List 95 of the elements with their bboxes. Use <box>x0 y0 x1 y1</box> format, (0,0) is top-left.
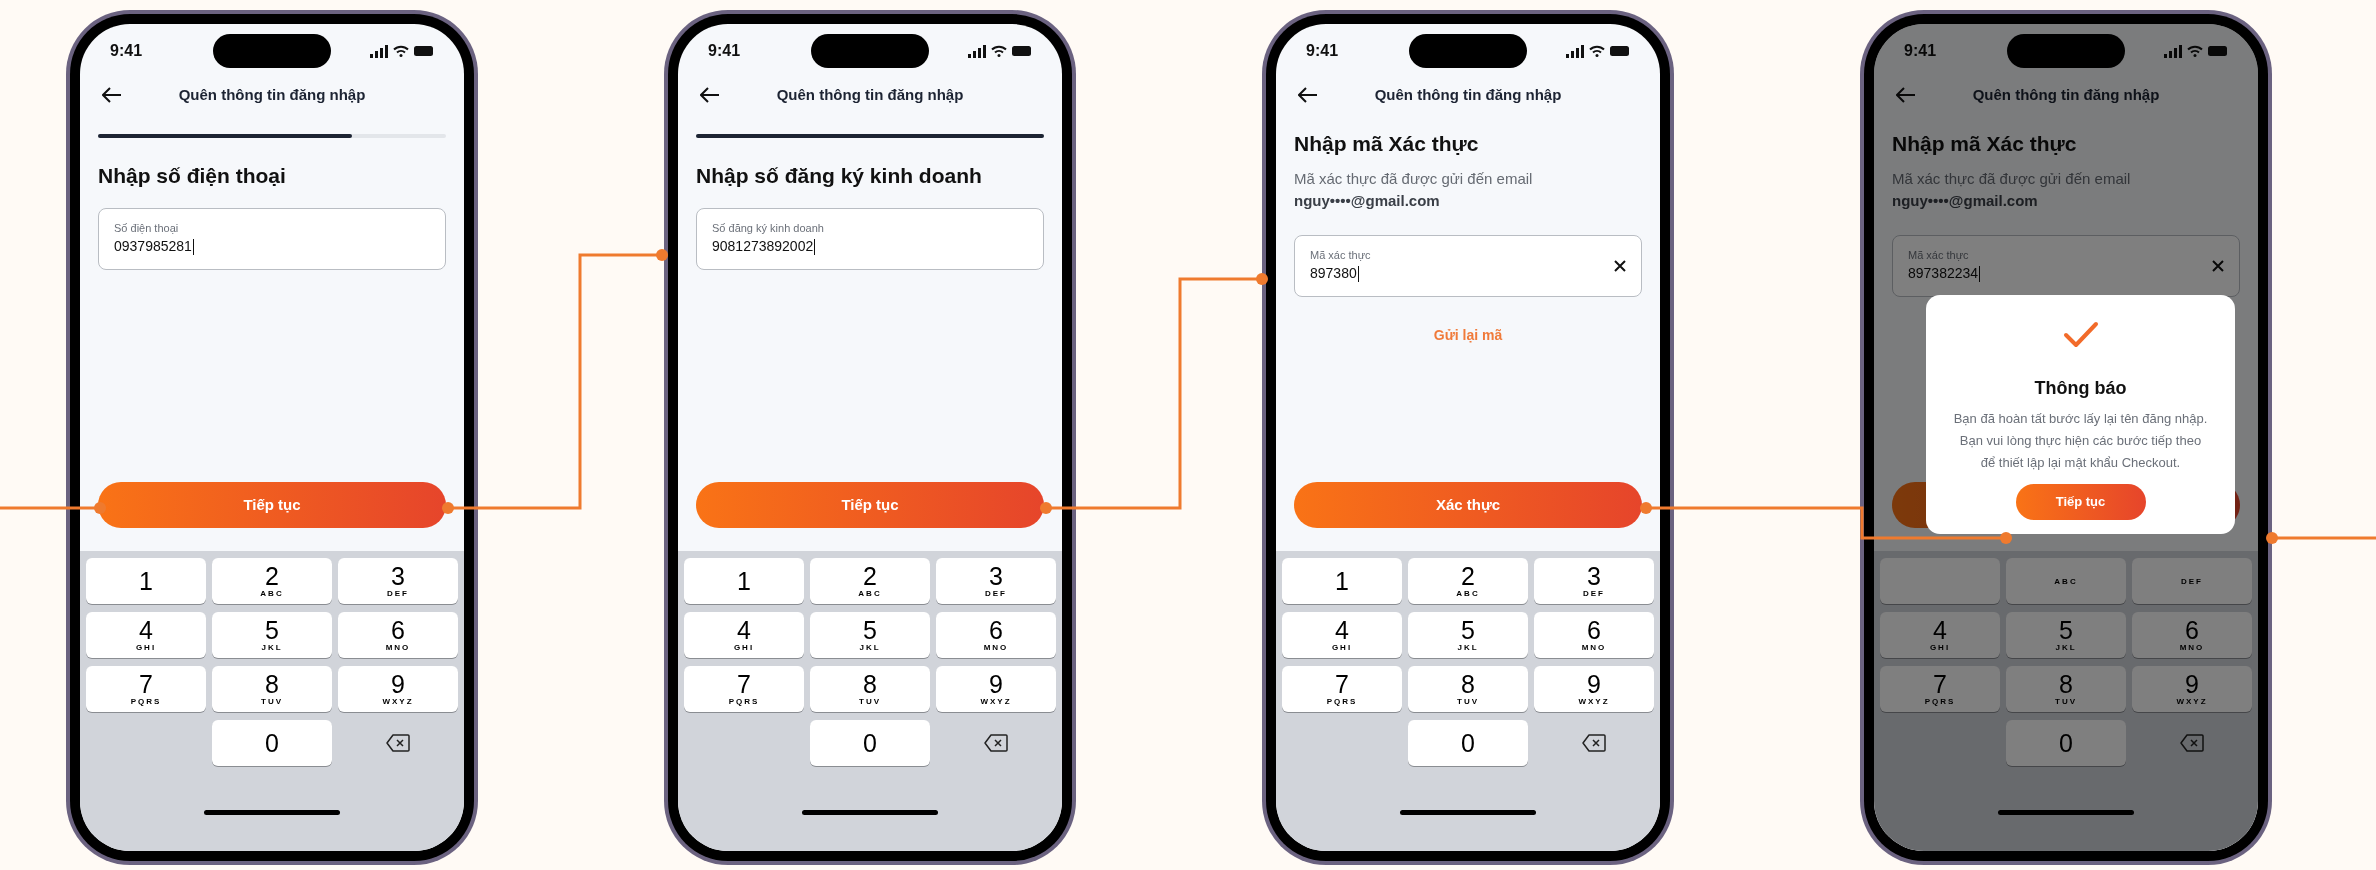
keypad-key[interactable]: 5 JKL <box>2006 612 2126 658</box>
signal-icon <box>1566 44 1584 58</box>
field-value: 897382234 <box>1908 264 1979 284</box>
page-heading: Nhập mã Xác thực <box>1892 131 2078 157</box>
field-value: 897380 <box>1310 264 1357 284</box>
keypad-key[interactable]: 0 <box>810 720 930 766</box>
keypad-key[interactable]: 5 JKL <box>1408 612 1528 658</box>
keypad-key[interactable]: 2 ABC <box>212 558 332 604</box>
page-heading: Nhập số điện thoại <box>98 163 287 189</box>
keypad-key[interactable]: 4 GHI <box>684 612 804 658</box>
keypad-key[interactable]: 9 WXYZ <box>338 666 458 712</box>
field-label: Số đăng ký kinh doanh <box>712 220 825 236</box>
keypad-key[interactable]: 9 WXYZ <box>2132 666 2252 712</box>
wifi-icon <box>1589 45 1605 57</box>
text-cursor <box>1357 265 1359 282</box>
clear-icon[interactable] <box>1614 259 1626 272</box>
keypad-key[interactable]: 6 MNO <box>936 612 1056 658</box>
keypad-key[interactable]: 0 <box>1408 720 1528 766</box>
backspace-icon <box>2180 734 2204 752</box>
keypad-key[interactable]: 1 <box>86 558 206 604</box>
back-arrow-icon[interactable] <box>1298 87 1318 103</box>
keypad-key[interactable]: DEF <box>2132 558 2252 604</box>
keypad-key[interactable]: 4 GHI <box>86 612 206 658</box>
keypad-key[interactable]: 8 TUV <box>2006 666 2126 712</box>
input-field[interactable]: Số điện thoại 0937985281 <box>98 207 446 270</box>
keypad-key[interactable]: 7 PQRS <box>684 666 804 712</box>
input-field[interactable]: Số đăng ký kinh doanh 9081273892002 <box>696 207 1044 270</box>
description-text: Mã xác thực đã được gửi đến email <box>1294 168 1534 189</box>
screen-title: Quên thông tin đăng nhập <box>1972 84 2160 105</box>
keypad-key[interactable]: 2 ABC <box>810 558 930 604</box>
keypad-key[interactable]: 5 JKL <box>810 612 930 658</box>
keypad-key[interactable]: 7 PQRS <box>1880 666 2000 712</box>
status-time: 9:41 <box>708 41 741 61</box>
screen-title: Quên thông tin đăng nhập <box>776 84 964 105</box>
keypad-key[interactable]: 8 TUV <box>212 666 332 712</box>
wifi-icon <box>393 45 409 57</box>
email-text: nguy••••@gmail.com <box>1294 191 1441 211</box>
keypad-key[interactable]: 8 TUV <box>1408 666 1528 712</box>
keypad-key[interactable]: 2 ABC <box>1408 558 1528 604</box>
signal-icon <box>370 44 388 58</box>
signal-icon <box>968 44 986 58</box>
battery-icon <box>1012 46 1032 56</box>
status-time: 9:41 <box>110 41 143 61</box>
dialog-message: Bạn đã hoàn tất bước lấy lại tên đăng nhập. Bạn vui lòng thực hiện các bước tiếp theo để thiết lập lại mật khẩu Checkout. <box>1952 410 2209 472</box>
back-arrow-icon[interactable] <box>700 87 720 103</box>
text-cursor <box>1979 265 1981 282</box>
backspace-icon <box>984 734 1008 752</box>
description-text: Mã xác thực đã được gửi đến email <box>1892 168 2132 189</box>
page-heading: Nhập số đăng ký kinh doanh <box>696 163 983 189</box>
field-value: 9081273892002 <box>712 237 814 257</box>
battery-icon <box>2208 46 2228 56</box>
keypad-key[interactable]: 6 MNO <box>1534 612 1654 658</box>
field-label: Mã xác thực <box>1908 247 1970 263</box>
input-field[interactable]: Mã xác thực 897382234 <box>1892 234 2240 297</box>
signal-icon <box>2164 44 2182 58</box>
battery-icon <box>414 46 434 56</box>
keypad-key[interactable]: 3 DEF <box>936 558 1056 604</box>
page-heading: Nhập mã Xác thực <box>1294 131 1480 157</box>
keypad-key[interactable]: 4 GHI <box>1880 612 2000 658</box>
wifi-icon <box>991 45 1007 57</box>
keypad-key[interactable]: 7 PQRS <box>1282 666 1402 712</box>
status-time: 9:41 <box>1306 41 1339 61</box>
keypad-key[interactable]: 0 <box>212 720 332 766</box>
backspace-icon <box>1582 734 1606 752</box>
dialog-title: Thông báo <box>2034 377 2127 400</box>
keypad-key[interactable]: 4 GHI <box>1282 612 1402 658</box>
check-icon <box>2062 321 2099 349</box>
wifi-icon <box>2187 45 2203 57</box>
field-label: Số điện thoại <box>114 220 180 236</box>
field-value: 0937985281 <box>114 237 192 257</box>
keypad-key[interactable]: 0 <box>2006 720 2126 766</box>
input-field[interactable]: Mã xác thực 897380 <box>1294 234 1642 297</box>
keypad-key[interactable]: 9 WXYZ <box>1534 666 1654 712</box>
keypad-key[interactable]: ABC <box>2006 558 2126 604</box>
keypad-key[interactable]: 7 PQRS <box>86 666 206 712</box>
keypad-key[interactable]: 5 JKL <box>212 612 332 658</box>
keypad-key[interactable]: 1 <box>1282 558 1402 604</box>
battery-icon <box>1610 46 1630 56</box>
back-arrow-icon[interactable] <box>102 87 122 103</box>
keypad-key[interactable]: 9 WXYZ <box>936 666 1056 712</box>
status-time: 9:41 <box>1904 41 1937 61</box>
keypad-key[interactable]: 3 DEF <box>1534 558 1654 604</box>
email-text: nguy••••@gmail.com <box>1892 191 2039 211</box>
keypad-key[interactable]: 3 DEF <box>338 558 458 604</box>
screen-title: Quên thông tin đăng nhập <box>1374 84 1562 105</box>
dialog-continue-button[interactable]: Tiếp tục <box>2015 484 2146 520</box>
backspace-icon <box>386 734 410 752</box>
text-cursor <box>814 238 816 255</box>
keypad-key[interactable]: 6 MNO <box>2132 612 2252 658</box>
keypad-key[interactable]: 1 <box>684 558 804 604</box>
keypad-key[interactable]: 6 MNO <box>338 612 458 658</box>
screen-title: Quên thông tin đăng nhập <box>178 84 366 105</box>
keypad-key[interactable]: 8 TUV <box>810 666 930 712</box>
field-label: Mã xác thực <box>1310 247 1372 263</box>
text-cursor <box>192 238 194 255</box>
